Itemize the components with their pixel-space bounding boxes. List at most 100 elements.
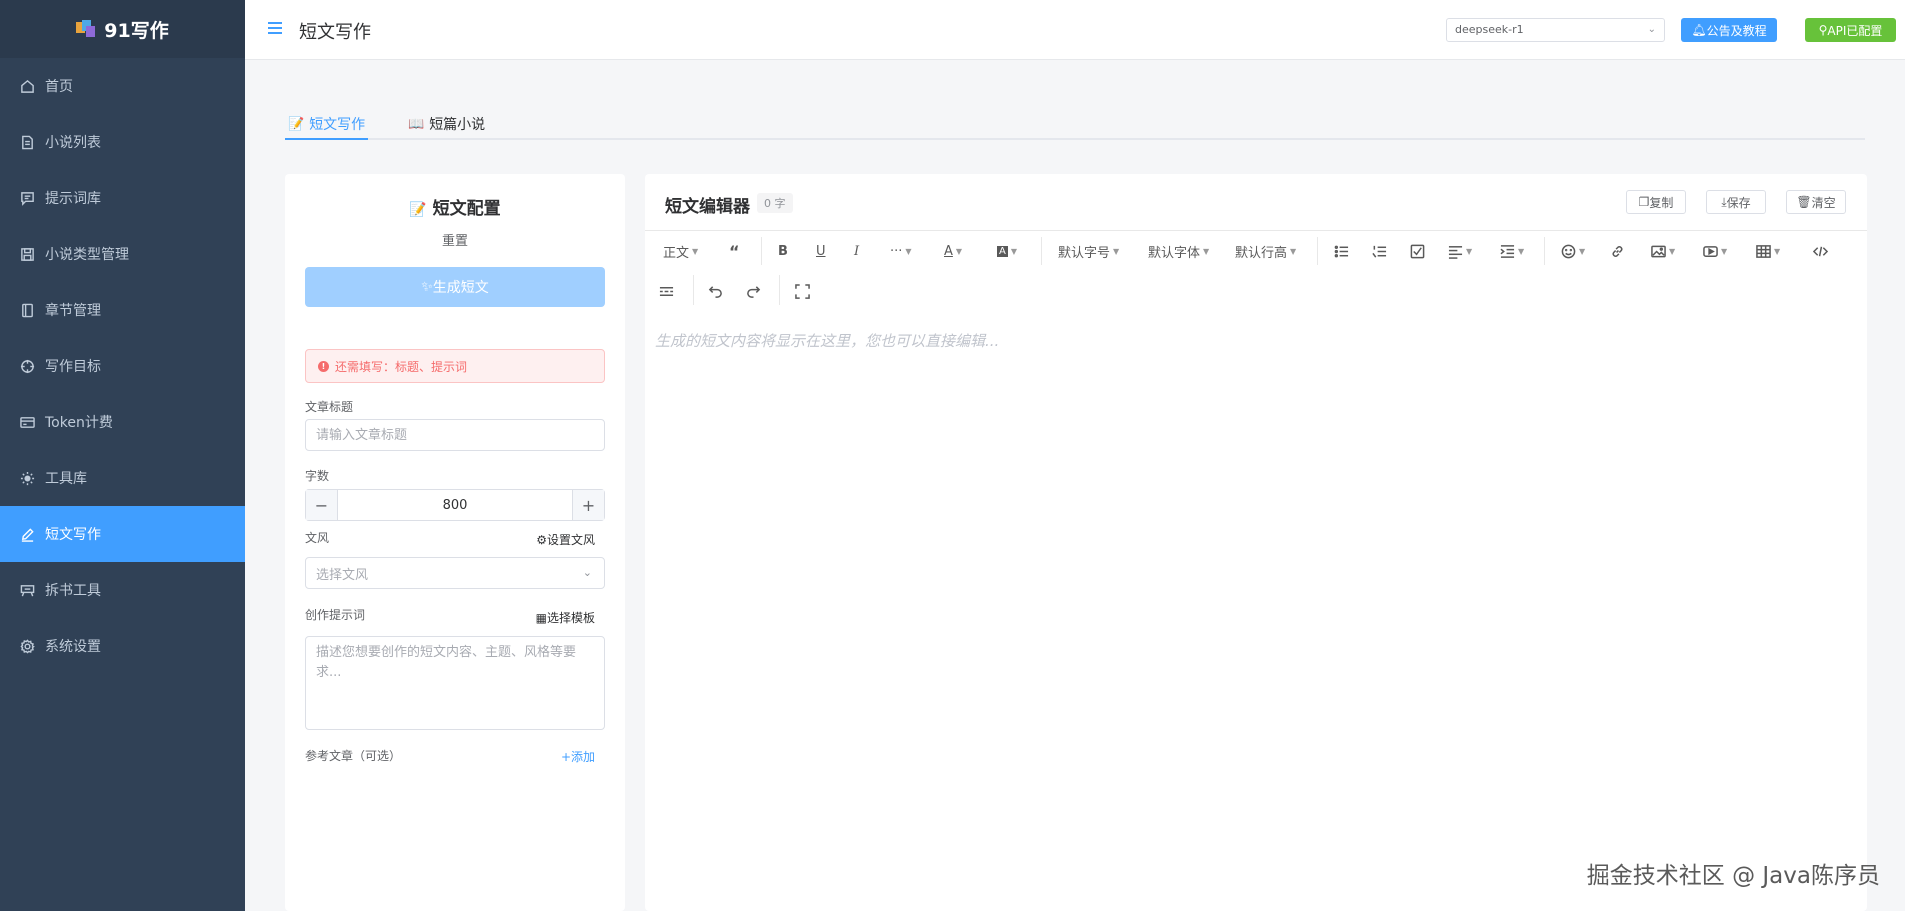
- chevron-down-icon: ⌄: [582, 566, 592, 579]
- missing-fields-alert: ! 还需填写：标题、提示词: [305, 349, 605, 383]
- code-icon[interactable]: [1813, 241, 1828, 261]
- sidebar-item-1[interactable]: 小说列表: [0, 114, 245, 170]
- font-color-icon[interactable]: A ▼: [944, 241, 962, 261]
- background-color-icon[interactable]: A ▼: [997, 241, 1017, 261]
- link-icon[interactable]: [1610, 241, 1625, 261]
- sidebar-item-10[interactable]: 系统设置: [0, 618, 245, 674]
- more-style-icon[interactable]: ··· ▼: [890, 241, 912, 261]
- prompt-textarea[interactable]: 描述您想要创作的短文内容、主题、风格等要求...: [305, 636, 605, 730]
- sidebar-menu: 首页小说列表提示词库小说类型管理 章节管理写作目标 Token计费工具库 短文写作 拆书…: [0, 58, 245, 674]
- sidebar-item-label: 小说类型管理: [45, 247, 129, 263]
- message-icon: [21, 191, 34, 206]
- bullet-list-icon[interactable]: [1334, 241, 1349, 261]
- bell-icon: 🔔︎: [1691, 23, 1707, 37]
- generate-button[interactable]: ✨︎ 生成短文: [305, 267, 605, 307]
- notice-button[interactable]: 🔔︎ 公告及教程: [1681, 18, 1777, 42]
- font-family-label: 默认字体: [1148, 245, 1201, 261]
- choose-template-link[interactable]: ▦选择模板: [536, 609, 595, 626]
- generate-button-label: 生成短文: [432, 280, 489, 296]
- sidebar-item-6[interactable]: Token计费: [0, 394, 245, 450]
- memo-icon: 📝: [409, 202, 427, 218]
- sidebar-item-4[interactable]: 章节管理: [0, 282, 245, 338]
- save-button[interactable]: ⤓ 保存: [1706, 190, 1766, 214]
- target-icon: [20, 359, 35, 373]
- reference-label: 参考文章（可选）: [305, 749, 402, 763]
- tab-bar: 📝 短文写作 📖 短篇小说: [285, 106, 1865, 140]
- sidebar-item-label: 章节管理: [45, 303, 101, 319]
- sidebar-item-5[interactable]: 写作目标: [0, 338, 245, 394]
- clear-button[interactable]: 🗑︎ 清空: [1786, 190, 1846, 214]
- sidebar-item-7[interactable]: 工具库: [0, 450, 245, 506]
- sidebar: 91写作 首页小说列表提示词库小说类型管理 章节管理写作目标 Token计费工具库短…: [0, 0, 245, 911]
- reset-button[interactable]: 重置: [285, 230, 625, 249]
- sidebar-item-3[interactable]: 小说类型管理: [0, 226, 245, 282]
- model-select[interactable]: deepseek-r1 ⌄: [1446, 18, 1665, 42]
- undo-icon[interactable]: [708, 281, 723, 301]
- increment-button[interactable]: +: [572, 490, 604, 520]
- menu-toggle-icon[interactable]: [268, 22, 282, 37]
- quote-icon[interactable]: “: [729, 241, 740, 261]
- sidebar-item-0[interactable]: 首页: [0, 58, 245, 114]
- style-select[interactable]: 选择文风 ⌄: [305, 557, 605, 589]
- bold-icon[interactable]: B: [778, 241, 788, 261]
- font-size-select[interactable]: 默认字号 ▼: [1058, 241, 1119, 261]
- indent-icon[interactable]: ▼: [1500, 241, 1524, 261]
- line-height-select[interactable]: 默认行高 ▼: [1235, 241, 1296, 261]
- book-icon: [22, 303, 33, 317]
- error-icon: !: [318, 360, 329, 372]
- image-icon[interactable]: ▼: [1651, 241, 1675, 261]
- align-icon[interactable]: ▼: [1448, 241, 1472, 261]
- title-input[interactable]: [305, 419, 605, 451]
- scissors-icon: [20, 584, 35, 596]
- fullscreen-icon[interactable]: [795, 281, 810, 301]
- gear-icon: [20, 471, 35, 485]
- watermark: 掘金技术社区 @ Java陈序员: [1586, 863, 1880, 889]
- decrement-button[interactable]: −: [306, 490, 338, 520]
- font-size-label: 默认字号: [1058, 245, 1111, 261]
- video-icon[interactable]: ▼: [1703, 241, 1727, 261]
- copy-button[interactable]: ❐ 复制: [1626, 190, 1686, 214]
- clear-label: 清空: [1811, 195, 1836, 210]
- redo-icon[interactable]: [746, 281, 761, 301]
- template-icon: ▦: [535, 611, 547, 625]
- header: 短文写作 deepseek-r1 ⌄ 🔔︎ 公告及教程 ⚲ API已配置: [245, 0, 1905, 60]
- api-config-button[interactable]: ⚲ API已配置: [1805, 18, 1896, 42]
- save-icon: [21, 247, 34, 261]
- divider-icon[interactable]: [659, 281, 674, 301]
- sidebar-item-9[interactable]: 拆书工具: [0, 562, 245, 618]
- font-family-select[interactable]: 默认字体 ▼: [1148, 241, 1209, 261]
- paragraph-select[interactable]: 正文 ▼: [663, 241, 698, 261]
- logo[interactable]: 91写作: [0, 0, 245, 58]
- add-reference-link[interactable]: +添加: [561, 748, 595, 765]
- copy-label: 复制: [1649, 195, 1674, 210]
- word-count-value[interactable]: 800: [338, 490, 572, 520]
- sidebar-item-2[interactable]: 提示词库: [0, 170, 245, 226]
- emoji-icon[interactable]: ▼: [1561, 241, 1585, 261]
- numbered-list-icon[interactable]: [1372, 241, 1387, 261]
- italic-icon[interactable]: I: [854, 241, 859, 261]
- card-icon: [20, 416, 35, 428]
- trash-icon: 🗑︎: [1796, 195, 1812, 209]
- chevron-down-icon: ⌄: [1647, 24, 1656, 35]
- sidebar-item-label: 小说列表: [45, 135, 101, 151]
- editor-panel: 短文编辑器 0 字 ❐ 复制 ⤓ 保存 🗑︎ 清空 正文 ▼ “ B U I ··· ▼ …: [645, 174, 1867, 911]
- underline-icon[interactable]: U: [816, 241, 826, 261]
- table-icon[interactable]: ▼: [1756, 241, 1780, 261]
- copy-icon: ❐: [1638, 195, 1650, 209]
- word-count-label: 字数: [305, 469, 330, 483]
- sidebar-item-8[interactable]: 短文写作: [0, 506, 245, 562]
- style-label: 文风: [305, 531, 330, 545]
- tab-short-novel[interactable]: 📖 短篇小说: [405, 110, 488, 138]
- tab-label: 短文写作: [309, 117, 366, 133]
- word-count-stepper[interactable]: − 800 +: [305, 489, 605, 521]
- notice-button-label: 公告及教程: [1706, 23, 1767, 38]
- memo-icon: 📝: [288, 116, 305, 132]
- paragraph-label: 正文: [663, 245, 690, 261]
- tab-short-article[interactable]: 📝 短文写作: [285, 110, 369, 140]
- set-style-link[interactable]: ⚙设置文风: [536, 531, 595, 548]
- editor-content[interactable]: 生成的短文内容将显示在这里，您也可以直接编辑...: [655, 330, 999, 351]
- checklist-icon[interactable]: [1410, 241, 1425, 261]
- edit-icon: [21, 527, 34, 542]
- sidebar-item-label: Token计费: [45, 415, 113, 431]
- page-title: 短文写作: [299, 22, 371, 43]
